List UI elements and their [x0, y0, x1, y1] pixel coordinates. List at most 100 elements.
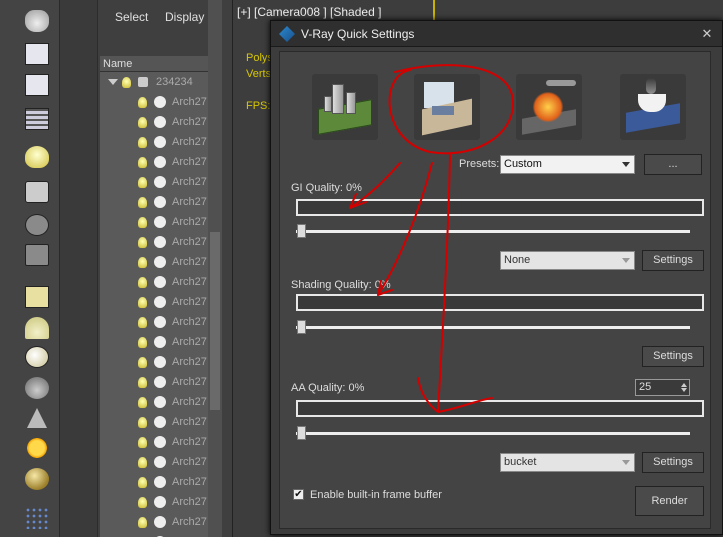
light-bulb-icon[interactable] [138, 417, 147, 428]
list-item[interactable]: Arch27 [100, 192, 222, 212]
list-item[interactable]: Arch27 [100, 292, 222, 312]
list-item[interactable]: Arch27 [100, 332, 222, 352]
preset-exterior-button[interactable] [312, 74, 378, 140]
list-item[interactable]: Arch27 [100, 252, 222, 272]
frame-buffer-label[interactable]: Enable built-in frame buffer [310, 489, 442, 501]
list-item[interactable]: Arch27 [100, 132, 222, 152]
spinner-up-icon[interactable] [681, 383, 687, 387]
list-item[interactable]: Arch27 [100, 212, 222, 232]
presets-dropdown[interactable]: Custom [500, 155, 635, 174]
light-bulb-icon[interactable] [138, 137, 147, 148]
visibility-icon[interactable] [154, 516, 166, 528]
list-item[interactable]: Arch27 [100, 432, 222, 452]
visibility-icon[interactable] [154, 176, 166, 188]
visibility-icon[interactable] [154, 456, 166, 468]
render-frame-icon[interactable] [25, 43, 49, 65]
visibility-icon[interactable] [154, 196, 166, 208]
light-bulb-icon[interactable] [138, 197, 147, 208]
list-item[interactable]: Arch27 [100, 512, 222, 532]
vray-settings-icon[interactable] [25, 108, 49, 130]
scrollbar-thumb[interactable] [210, 232, 220, 410]
spinner-down-icon[interactable] [681, 388, 687, 392]
visibility-icon[interactable] [154, 296, 166, 308]
robot-icon[interactable] [25, 244, 49, 266]
visibility-icon[interactable] [154, 436, 166, 448]
list-item[interactable]: Arch27 [100, 492, 222, 512]
visibility-icon[interactable] [154, 396, 166, 408]
list-item[interactable]: Arch27 [100, 172, 222, 192]
teapot-icon[interactable] [25, 10, 49, 32]
visibility-icon[interactable] [154, 376, 166, 388]
shading-slider-track[interactable] [296, 326, 690, 329]
list-item[interactable]: Arch27 [100, 312, 222, 332]
visibility-icon[interactable] [154, 316, 166, 328]
list-item[interactable]: Arch27 [100, 412, 222, 432]
list-item[interactable]: Arch27 [100, 372, 222, 392]
gi-engine-dropdown[interactable]: None [500, 251, 635, 270]
visibility-icon[interactable] [154, 336, 166, 348]
aa-settings-button[interactable]: Settings [642, 452, 704, 473]
gi-slider-thumb[interactable] [297, 224, 306, 238]
light-bulb-icon[interactable] [138, 177, 147, 188]
list-item[interactable]: Arch27 [100, 152, 222, 172]
visibility-icon[interactable] [154, 156, 166, 168]
visibility-icon[interactable] [154, 416, 166, 428]
light-bulb-icon[interactable] [138, 477, 147, 488]
visibility-icon[interactable] [154, 136, 166, 148]
list-item-parent[interactable]: 234234 [100, 72, 222, 92]
visibility-icon[interactable] [154, 476, 166, 488]
visibility-icon[interactable] [154, 236, 166, 248]
list-item[interactable]: Arch27 [100, 272, 222, 292]
document-icon[interactable] [25, 74, 49, 96]
aa-spinner[interactable]: 25 [635, 379, 690, 396]
light-bulb-icon[interactable] [138, 257, 147, 268]
visibility-icon[interactable] [154, 496, 166, 508]
list-item[interactable]: Arch27 [100, 472, 222, 492]
list-item[interactable]: Arch27 [100, 92, 222, 112]
list-item[interactable]: Arch27 [100, 392, 222, 412]
viewport-label[interactable]: [+] [Camera008 ] [Shaded ] [237, 5, 381, 19]
aa-slider-track[interactable] [296, 432, 690, 435]
gi-slider-track[interactable] [296, 230, 690, 233]
presets-browse-button[interactable]: ... [644, 154, 702, 175]
light-bulb-icon[interactable] [138, 317, 147, 328]
light-bulb-icon[interactable] [138, 517, 147, 528]
frame-buffer-checkbox[interactable]: ✔ [293, 489, 304, 500]
light-bulb-icon[interactable] [138, 357, 147, 368]
menu-select[interactable]: Select [115, 10, 148, 24]
preset-interior-button[interactable] [414, 74, 480, 140]
mesh-light-icon[interactable] [25, 377, 49, 399]
shading-slider-thumb[interactable] [297, 320, 306, 334]
light-bulb-icon[interactable] [138, 217, 147, 228]
camera-icon[interactable] [25, 181, 49, 203]
visibility-icon[interactable] [154, 96, 166, 108]
light-bulb-icon[interactable] [138, 497, 147, 508]
ambient-light-icon[interactable] [25, 468, 49, 490]
light-bulb-icon[interactable] [138, 157, 147, 168]
visibility-icon[interactable] [154, 216, 166, 228]
material-icon[interactable] [25, 214, 49, 236]
light-bulb-icon[interactable] [138, 457, 147, 468]
shading-settings-button[interactable]: Settings [642, 346, 704, 367]
list-item[interactable]: Arch27 [100, 352, 222, 372]
name-column-header[interactable]: Name [100, 56, 222, 72]
list-item[interactable]: Arch27 [100, 532, 222, 537]
light-bulb-icon[interactable] [138, 377, 147, 388]
preset-effects-button[interactable] [516, 74, 582, 140]
ies-light-icon[interactable] [27, 408, 47, 428]
expand-triangle-icon[interactable] [108, 79, 118, 85]
dome-light-icon[interactable] [25, 317, 49, 339]
aa-slider-thumb[interactable] [297, 426, 306, 440]
gi-settings-button[interactable]: Settings [642, 250, 704, 271]
light-lister-icon[interactable] [25, 146, 49, 168]
preset-product-button[interactable] [620, 74, 686, 140]
light-bulb-icon[interactable] [138, 337, 147, 348]
plane-light-icon[interactable] [25, 286, 49, 308]
sphere-light-icon[interactable] [25, 346, 49, 368]
render-button[interactable]: Render [635, 486, 704, 516]
light-bulb-icon[interactable] [138, 437, 147, 448]
light-bulb-icon[interactable] [138, 277, 147, 288]
menu-display[interactable]: Display [165, 10, 204, 24]
visibility-icon[interactable] [154, 256, 166, 268]
light-bulb-icon[interactable] [138, 237, 147, 248]
